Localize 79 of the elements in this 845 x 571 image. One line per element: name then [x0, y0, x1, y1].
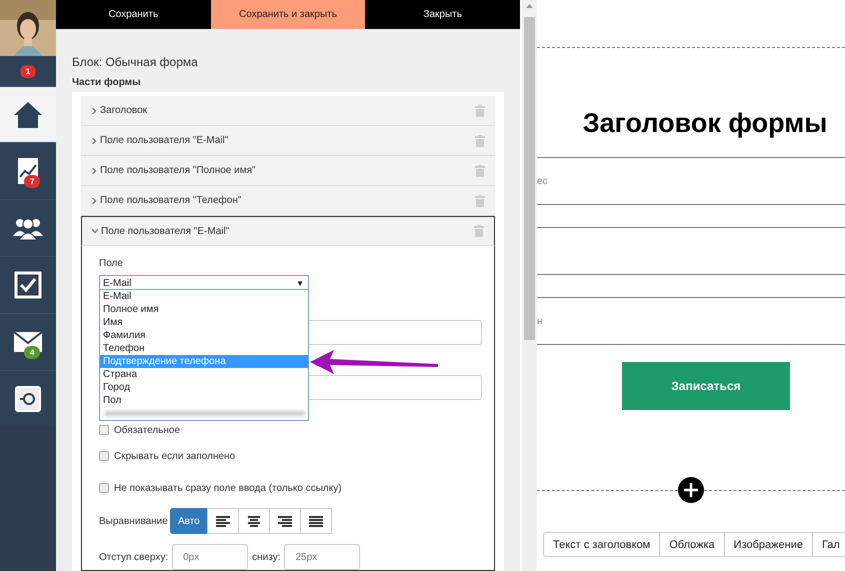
dropdown-option[interactable]: Страна [100, 368, 308, 381]
chevron-right-icon [91, 198, 97, 204]
dropdown-option[interactable]: Фамилия [100, 329, 308, 342]
chevron-right-icon [91, 108, 97, 114]
form-part-label: Поле пользователя "Телефон" [100, 195, 242, 206]
count-badge: 7 [24, 175, 40, 188]
subscribe-button[interactable]: Записаться [622, 362, 790, 410]
checkbox-label: Обязательное [114, 424, 180, 436]
field-placeholder: н [537, 316, 543, 326]
dropdown-option[interactable]: Пол [100, 394, 308, 407]
safe-icon [14, 385, 42, 413]
scrollbar[interactable] [522, 0, 537, 571]
field-label: Поле [99, 258, 124, 269]
section-heading: Части формы [72, 77, 142, 88]
trash-icon[interactable] [475, 194, 485, 206]
align-right-icon [278, 516, 292, 526]
align-center-icon [246, 516, 261, 526]
margin-bottom-field[interactable]: 25px [284, 544, 360, 570]
alignment-button[interactable] [206, 508, 239, 534]
form-title: Заголовок формы [582, 108, 828, 139]
toolbar-button[interactable]: Сохранить и закрыть [210, 0, 366, 29]
sidebar-item[interactable] [0, 86, 56, 142]
form-part-label: Поле пользователя "E-Mail" [100, 135, 230, 146]
field-placeholder: ес [537, 176, 548, 186]
sidebar-item[interactable] [0, 199, 56, 256]
align-left-icon [216, 516, 230, 526]
chevron-down-icon [92, 228, 98, 234]
form-part-row[interactable]: Поле пользователя "Телефон" [81, 186, 495, 216]
form-part-row[interactable]: Поле пользователя "E-Mail" [81, 126, 495, 156]
scroll-up-icon[interactable] [526, 4, 533, 8]
trash-icon[interactable] [475, 104, 485, 116]
add-icon[interactable] [678, 477, 704, 503]
form-part-row[interactable]: Заголовок [81, 96, 495, 126]
form-part-label: Поле пользователя "Полное имя" [100, 165, 257, 176]
form-part-label: Заголовок [100, 105, 148, 116]
trash-icon[interactable] [475, 134, 485, 146]
sidebar-item[interactable] [0, 370, 56, 427]
trash-icon[interactable] [474, 225, 484, 237]
alignment-label: Выравнивание [99, 516, 168, 526]
form-part-row[interactable]: Поле пользователя "E-Mail" [81, 216, 495, 246]
alignment-button[interactable] [268, 508, 301, 534]
alignment-button[interactable]: Авто [170, 508, 208, 534]
checkbox-label: Скрывать если заполнено [114, 450, 236, 462]
block-title: Блок: Обычная форма [72, 55, 199, 69]
sidebar-item[interactable]: 7 [0, 142, 56, 199]
form-field[interactable]: ес [537, 157, 845, 205]
margin-bottom-label: снизу: [252, 552, 280, 562]
count-badge: 4 [24, 346, 40, 359]
block-tab[interactable]: Гал [812, 532, 845, 557]
form-part-row[interactable]: Поле пользователя "Полное имя" [81, 156, 495, 186]
checkbox[interactable] [99, 425, 109, 435]
dropdown-option[interactable]: E-Mail [100, 290, 308, 303]
form-field[interactable]: н [537, 297, 845, 345]
checkbox-label: Не показывать сразу поле ввода (только ссылку) [114, 482, 342, 494]
alignment-button[interactable] [300, 508, 332, 534]
dropdown-option[interactable]: Полное имя [100, 303, 308, 316]
alignment-button[interactable] [238, 508, 270, 534]
margin-top-label: Отступ сверху: [99, 552, 168, 562]
block-tab[interactable]: Обложка [659, 532, 725, 557]
chevron-right-icon [91, 168, 97, 174]
chevron-right-icon [91, 138, 97, 144]
notification-badge: 1 [20, 64, 36, 78]
scrollbar-thumb[interactable] [524, 17, 535, 340]
checkbox[interactable] [99, 451, 109, 461]
block-tab[interactable]: Изображение [724, 532, 813, 557]
dropdown-option[interactable]: Имя [100, 316, 308, 329]
sidebar-item[interactable] [0, 256, 56, 313]
trash-icon[interactable] [475, 164, 485, 176]
margin-top-field[interactable]: 0px [172, 544, 248, 570]
dropdown-option[interactable]: Город [100, 381, 308, 394]
home-icon [13, 100, 43, 128]
people-icon [12, 216, 44, 240]
dropdown-option[interactable]: Телефон [100, 342, 308, 355]
form-part-label: Поле пользователя "E-Mail" [101, 226, 230, 236]
checkbox-icon [14, 271, 42, 299]
align-justify-icon [308, 516, 323, 526]
checkbox[interactable] [99, 483, 109, 493]
form-field[interactable] [537, 227, 845, 275]
block-tab[interactable]: Текст с заголовком [543, 532, 660, 557]
